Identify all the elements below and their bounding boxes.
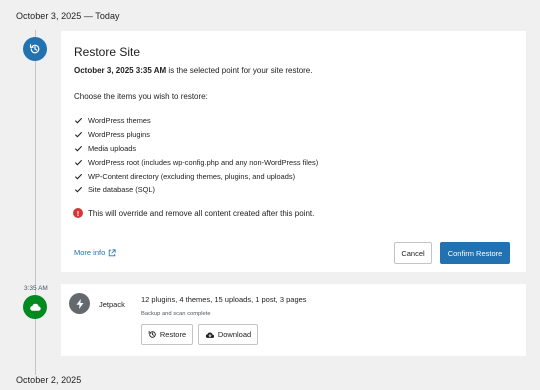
restore-warning: ! This will override and remove all cont… (73, 208, 314, 218)
cloud-download-icon (205, 330, 215, 340)
restore-description: October 3, 2025 3:35 AM is the selected … (74, 66, 312, 75)
restore-node (23, 37, 47, 61)
checkmark-icon[interactable] (74, 144, 83, 153)
restore-items-list: WordPress themes WordPress plugins Media… (74, 114, 318, 197)
checkmark-icon[interactable] (74, 130, 83, 139)
timeline-line (35, 30, 36, 375)
warning-text: This will override and remove all conten… (88, 208, 315, 218)
checkmark-icon[interactable] (74, 172, 83, 181)
selected-point: October 3, 2025 3:35 AM (74, 66, 167, 75)
more-info-link[interactable]: More info (74, 248, 116, 257)
more-info-label[interactable]: More info (74, 248, 105, 257)
restore-item-media[interactable]: Media uploads (74, 142, 318, 156)
error-icon: ! (73, 208, 83, 218)
cancel-button[interactable]: Cancel (394, 242, 432, 264)
backup-source: Jetpack (99, 300, 125, 309)
checkmark-icon[interactable] (74, 158, 83, 167)
history-icon (148, 330, 157, 339)
date-heading-previous: October 2, 2025 (16, 375, 82, 385)
restore-item-label: WP-Content directory (excluding themes, … (88, 171, 296, 181)
checkmark-icon[interactable] (74, 185, 83, 194)
history-icon (29, 43, 41, 55)
download-button-label: Download (217, 330, 252, 339)
restore-description-text: is the selected point for your site rest… (166, 66, 313, 75)
choose-items-label: Choose the items you wish to restore: (74, 92, 208, 101)
restore-site-card: Restore Site October 3, 2025 3:35 AM is … (61, 31, 526, 272)
restore-item-wp-content[interactable]: WP-Content directory (excluding themes, … (74, 169, 318, 183)
restore-button-label: Restore (159, 330, 187, 339)
restore-item-label: WordPress plugins (88, 130, 150, 140)
backup-node (23, 295, 47, 319)
restore-button[interactable]: Restore (141, 324, 193, 345)
restore-item-root[interactable]: WordPress root (includes wp-config.php a… (74, 155, 318, 169)
restore-item-label: WordPress themes (88, 116, 151, 126)
restore-item-label: Site database (SQL) (88, 185, 155, 195)
date-heading-today: October 3, 2025 — Today (16, 11, 120, 21)
backup-status: Backup and scan complete (141, 311, 211, 317)
backup-summary: 12 plugins, 4 themes, 15 uploads, 1 post… (141, 295, 307, 304)
backup-time: 3:35 AM (24, 285, 48, 292)
restore-item-database[interactable]: Site database (SQL) (74, 183, 318, 197)
download-button[interactable]: Download (198, 324, 258, 345)
checkmark-icon[interactable] (74, 116, 83, 125)
jetpack-bolt-icon (69, 293, 90, 314)
restore-item-themes[interactable]: WordPress themes (74, 114, 318, 128)
restore-title: Restore Site (74, 45, 141, 59)
confirm-restore-button[interactable]: Confirm Restore (440, 242, 510, 264)
restore-item-plugins[interactable]: WordPress plugins (74, 128, 318, 142)
restore-item-label: Media uploads (88, 143, 137, 153)
cloud-icon (29, 301, 42, 314)
backup-card: Jetpack 12 plugins, 4 themes, 15 uploads… (61, 284, 526, 356)
external-link-icon[interactable] (108, 248, 116, 257)
restore-item-label: WordPress root (includes wp-config.php a… (88, 157, 319, 167)
